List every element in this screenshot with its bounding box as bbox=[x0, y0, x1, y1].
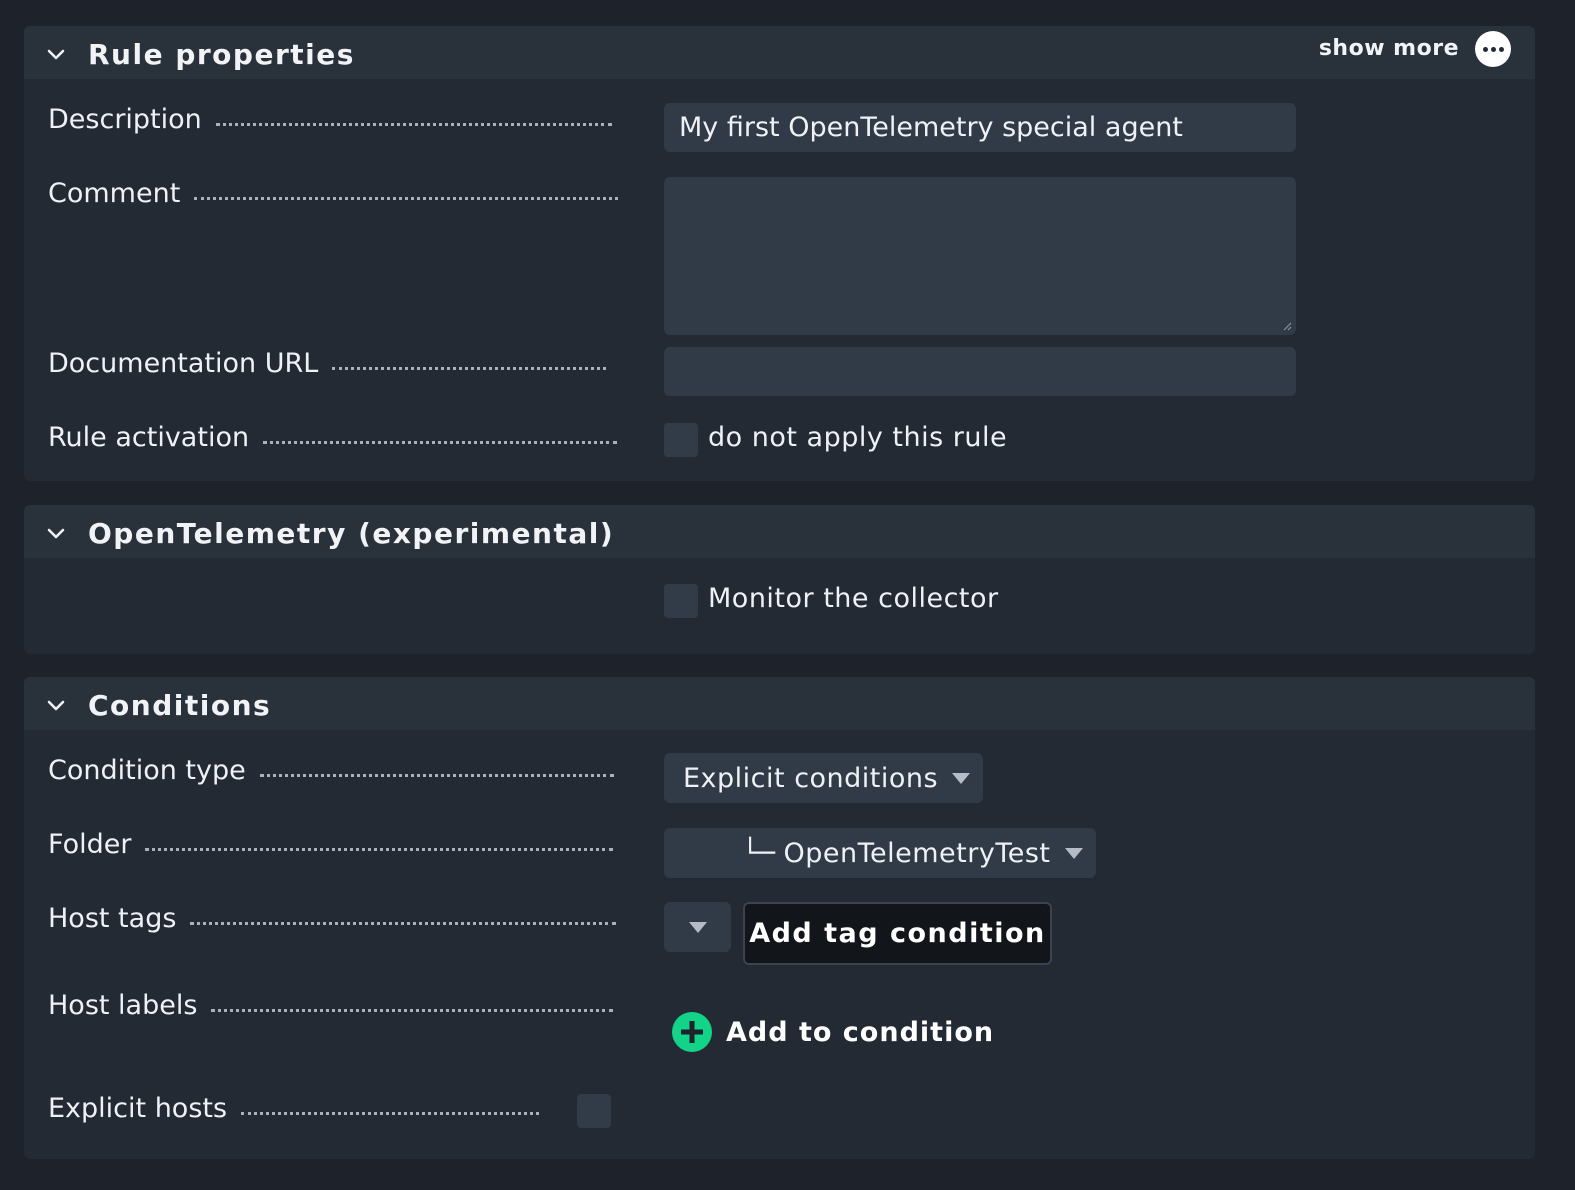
folder-label: Folder bbox=[48, 829, 614, 860]
opentelemetry-section: OpenTelemetry (experimental) Monitor the… bbox=[24, 505, 1535, 654]
plus-circle-icon[interactable] bbox=[672, 1012, 712, 1052]
folder-select[interactable]: └─ OpenTelemetryTest bbox=[664, 828, 1096, 878]
conditions-header[interactable]: Conditions bbox=[24, 677, 1535, 730]
description-input[interactable] bbox=[664, 103, 1296, 152]
do-not-apply-checkbox[interactable] bbox=[664, 423, 698, 457]
caret-down-icon bbox=[688, 921, 707, 933]
condition-type-select[interactable]: Explicit conditions bbox=[664, 753, 983, 803]
resize-grip-icon[interactable] bbox=[1282, 321, 1292, 331]
rule-activation-label: Rule activation bbox=[48, 422, 618, 453]
rule-properties-header[interactable]: Rule properties show more bbox=[24, 26, 1535, 79]
show-more-link[interactable]: show more bbox=[1319, 36, 1459, 61]
section-title: Rule properties bbox=[88, 38, 355, 71]
condition-type-value: Explicit conditions bbox=[683, 762, 939, 794]
chevron-down-icon[interactable] bbox=[44, 694, 68, 718]
caret-down-icon bbox=[1064, 847, 1083, 859]
section-title: OpenTelemetry (experimental) bbox=[88, 517, 615, 550]
explicit-hosts-label: Explicit hosts bbox=[48, 1093, 540, 1124]
section-title: Conditions bbox=[88, 689, 272, 722]
conditions-section: Conditions Condition type Explicit condi… bbox=[24, 677, 1535, 1159]
condition-type-label: Condition type bbox=[48, 755, 614, 786]
comment-textarea[interactable] bbox=[664, 177, 1296, 335]
folder-tree-prefix: └─ bbox=[742, 837, 776, 869]
host-tags-operator-select[interactable] bbox=[664, 902, 731, 952]
add-to-condition-button[interactable]: Add to condition bbox=[672, 1012, 994, 1052]
rule-properties-section: Rule properties show more Description Co… bbox=[24, 26, 1535, 481]
host-labels-label: Host labels bbox=[48, 990, 614, 1021]
host-tags-label: Host tags bbox=[48, 903, 617, 934]
add-tag-condition-button[interactable]: Add tag condition bbox=[743, 902, 1052, 965]
more-dots-icon[interactable] bbox=[1475, 31, 1511, 67]
explicit-hosts-checkbox[interactable] bbox=[577, 1094, 611, 1128]
description-label: Description bbox=[48, 104, 612, 135]
do-not-apply-label[interactable]: do not apply this rule bbox=[708, 422, 1007, 453]
chevron-down-icon[interactable] bbox=[44, 43, 68, 67]
monitor-collector-checkbox[interactable] bbox=[664, 584, 698, 618]
chevron-down-icon[interactable] bbox=[44, 522, 68, 546]
add-to-condition-label[interactable]: Add to condition bbox=[726, 1017, 994, 1048]
documentation-url-label: Documentation URL bbox=[48, 348, 607, 379]
folder-value: OpenTelemetryTest bbox=[783, 837, 1051, 869]
documentation-url-input[interactable] bbox=[664, 347, 1296, 396]
caret-down-icon bbox=[952, 772, 971, 784]
monitor-collector-label[interactable]: Monitor the collector bbox=[708, 583, 999, 614]
opentelemetry-header[interactable]: OpenTelemetry (experimental) bbox=[24, 505, 1535, 558]
comment-label: Comment bbox=[48, 178, 619, 209]
